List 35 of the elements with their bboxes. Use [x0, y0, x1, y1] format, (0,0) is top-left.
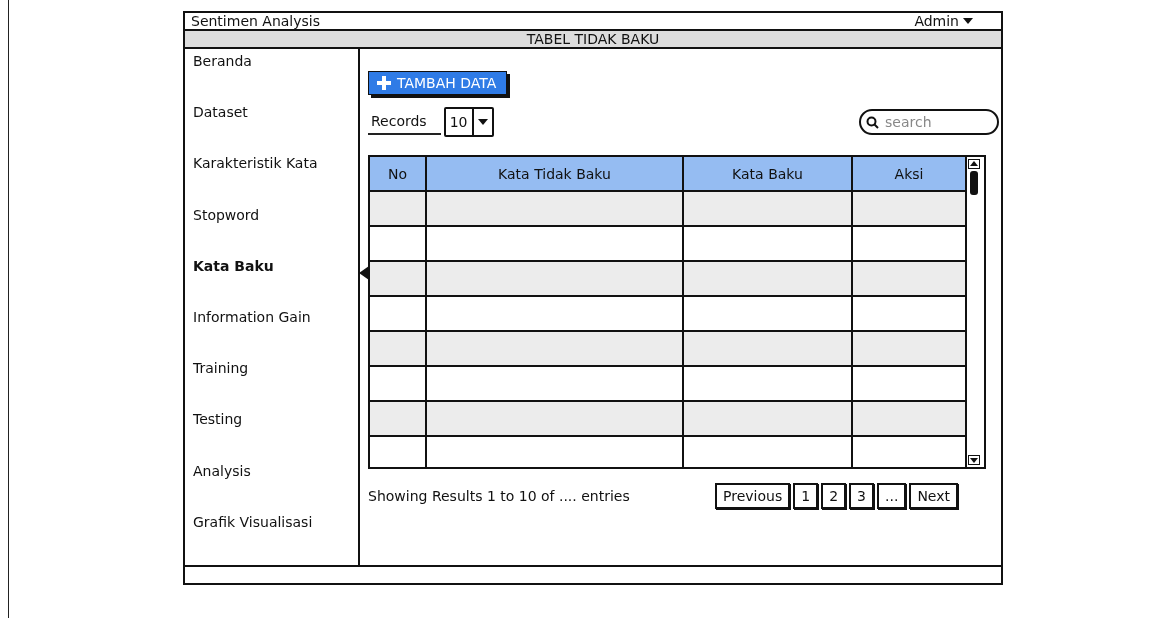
column-header: No — [370, 157, 427, 193]
pagination-button[interactable]: Next — [909, 483, 958, 510]
search-field[interactable]: search — [859, 109, 999, 136]
app-title: Sentimen Analysis — [191, 13, 320, 29]
column-header: Aksi — [853, 157, 965, 193]
pagination-button[interactable]: 3 — [849, 483, 874, 510]
sidebar-item[interactable]: Stopword — [193, 206, 358, 258]
sidebar-item[interactable]: Dataset — [193, 104, 358, 156]
records-label: Records — [368, 109, 441, 135]
sidebar-item[interactable]: Information Gain — [193, 309, 358, 361]
sidebar-item[interactable]: Analysis — [193, 462, 358, 514]
sidebar-item[interactable]: Beranda — [193, 53, 358, 105]
add-data-button[interactable]: TAMBAH DATA — [368, 71, 508, 96]
sidebar-item[interactable]: Kata Baku — [193, 257, 358, 309]
sidebar-item[interactable]: Karakteristik Kata — [193, 155, 358, 207]
column-header: Kata Tidak Baku — [427, 157, 684, 193]
pagination-button[interactable]: 1 — [793, 483, 819, 510]
column-header: Kata Baku — [684, 157, 853, 193]
scroll-up-icon[interactable] — [968, 159, 980, 170]
pagination-button[interactable]: Previous — [715, 483, 791, 510]
scroll-thumb[interactable] — [970, 171, 978, 196]
user-menu[interactable]: Admin — [914, 13, 973, 29]
scroll-down-icon[interactable] — [968, 455, 980, 466]
results-summary: Showing Results 1 to 10 of .... entries — [368, 488, 630, 505]
pagination-button[interactable]: 2 — [821, 483, 847, 510]
caret-icon — [963, 18, 973, 24]
search-icon — [866, 116, 879, 130]
plus-icon — [377, 76, 391, 91]
sidebar-item[interactable]: Training — [193, 360, 358, 412]
records-select[interactable]: 10 — [443, 107, 494, 138]
pagination-button[interactable]: ... — [877, 483, 907, 510]
sidebar-item[interactable]: Grafik Visualisasi — [193, 513, 358, 565]
sidebar-item[interactable]: Testing — [193, 411, 358, 463]
caret-icon — [477, 119, 488, 126]
page-title: TABEL TIDAK BAKU — [526, 31, 660, 48]
